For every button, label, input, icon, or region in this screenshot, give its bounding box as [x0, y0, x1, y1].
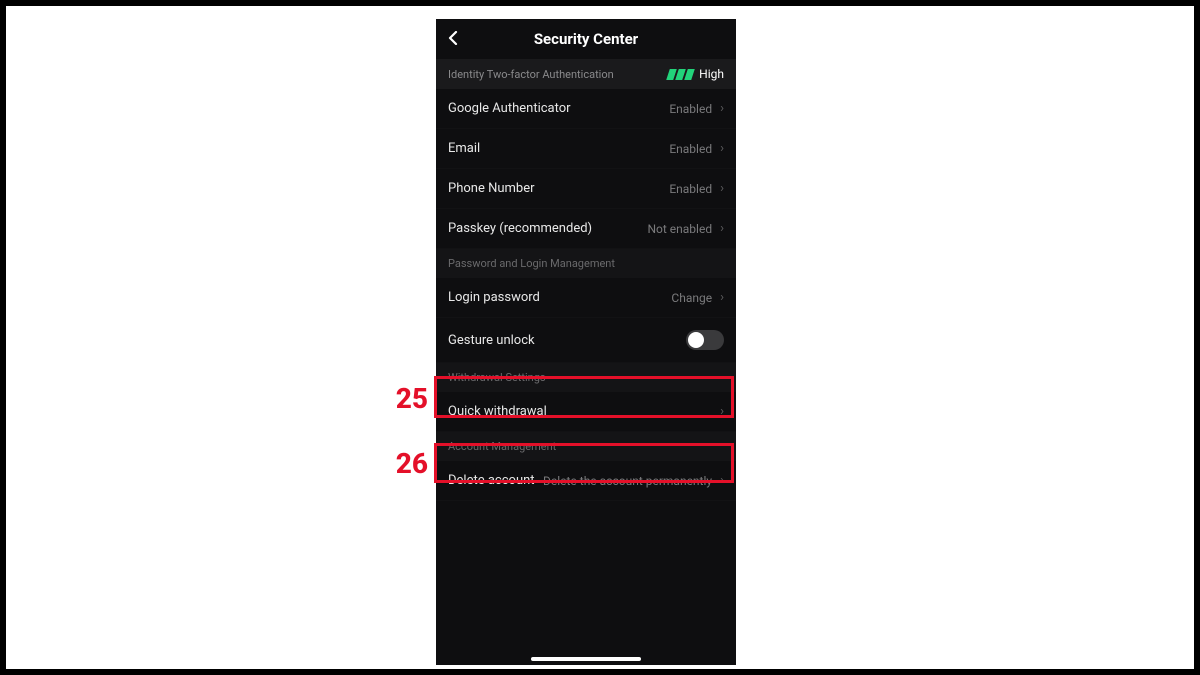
chevron-right-icon: ›	[720, 221, 724, 236]
row-label: Quick withdrawal	[448, 404, 547, 419]
chevron-right-icon: ›	[720, 290, 724, 305]
row-label: Passkey (recommended)	[448, 221, 592, 236]
toggle-knob	[688, 332, 704, 348]
row-status: Delete the account permanently	[543, 474, 712, 488]
row-label: Google Authenticator	[448, 101, 571, 116]
chevron-right-icon: ›	[720, 404, 724, 419]
annotation-label-25: 25	[378, 382, 428, 415]
row-status: Not enabled	[647, 222, 712, 236]
chevron-right-icon: ›	[720, 101, 724, 116]
page-title: Security Center	[436, 30, 736, 48]
withdrawal-section-header: Withdrawal Settings	[436, 363, 736, 392]
row-label: Email	[448, 141, 480, 156]
row-label: Login password	[448, 290, 540, 305]
account-section-header: Account Management	[436, 432, 736, 461]
banner-level-text: High	[699, 67, 724, 81]
row-label: Phone Number	[448, 181, 535, 196]
row-status: Change	[671, 291, 712, 305]
row-status: Enabled	[669, 142, 712, 156]
google-authenticator-row[interactable]: Google Authenticator Enabled ›	[436, 89, 736, 129]
login-password-row[interactable]: Login password Change ›	[436, 278, 736, 318]
quick-withdrawal-row[interactable]: Quick withdrawal ›	[436, 392, 736, 432]
email-row[interactable]: Email Enabled ›	[436, 129, 736, 169]
two-factor-banner: Identity Two-factor Authentication High	[436, 59, 736, 89]
back-arrow-icon[interactable]	[448, 29, 468, 50]
chevron-right-icon: ›	[720, 141, 724, 156]
passkey-row[interactable]: Passkey (recommended) Not enabled ›	[436, 209, 736, 249]
password-section-header: Password and Login Management	[436, 249, 736, 278]
phone-screen: Security Center Identity Two-factor Auth…	[436, 19, 736, 665]
row-status: Enabled	[669, 182, 712, 196]
chevron-right-icon: ›	[720, 473, 724, 488]
delete-account-row[interactable]: Delete account Delete the account perman…	[436, 461, 736, 501]
row-status: Enabled	[669, 102, 712, 116]
row-label: Delete account	[448, 473, 535, 488]
home-indicator	[531, 657, 641, 661]
banner-label: Identity Two-factor Authentication	[448, 68, 614, 81]
annotation-label-26: 26	[378, 447, 428, 480]
header: Security Center	[436, 19, 736, 59]
row-label: Gesture unlock	[448, 333, 535, 348]
gesture-unlock-row[interactable]: Gesture unlock	[436, 318, 736, 363]
gesture-toggle[interactable]	[686, 330, 724, 350]
banner-level: High	[668, 67, 724, 81]
security-bars-icon	[668, 69, 693, 80]
phone-number-row[interactable]: Phone Number Enabled ›	[436, 169, 736, 209]
chevron-right-icon: ›	[720, 181, 724, 196]
